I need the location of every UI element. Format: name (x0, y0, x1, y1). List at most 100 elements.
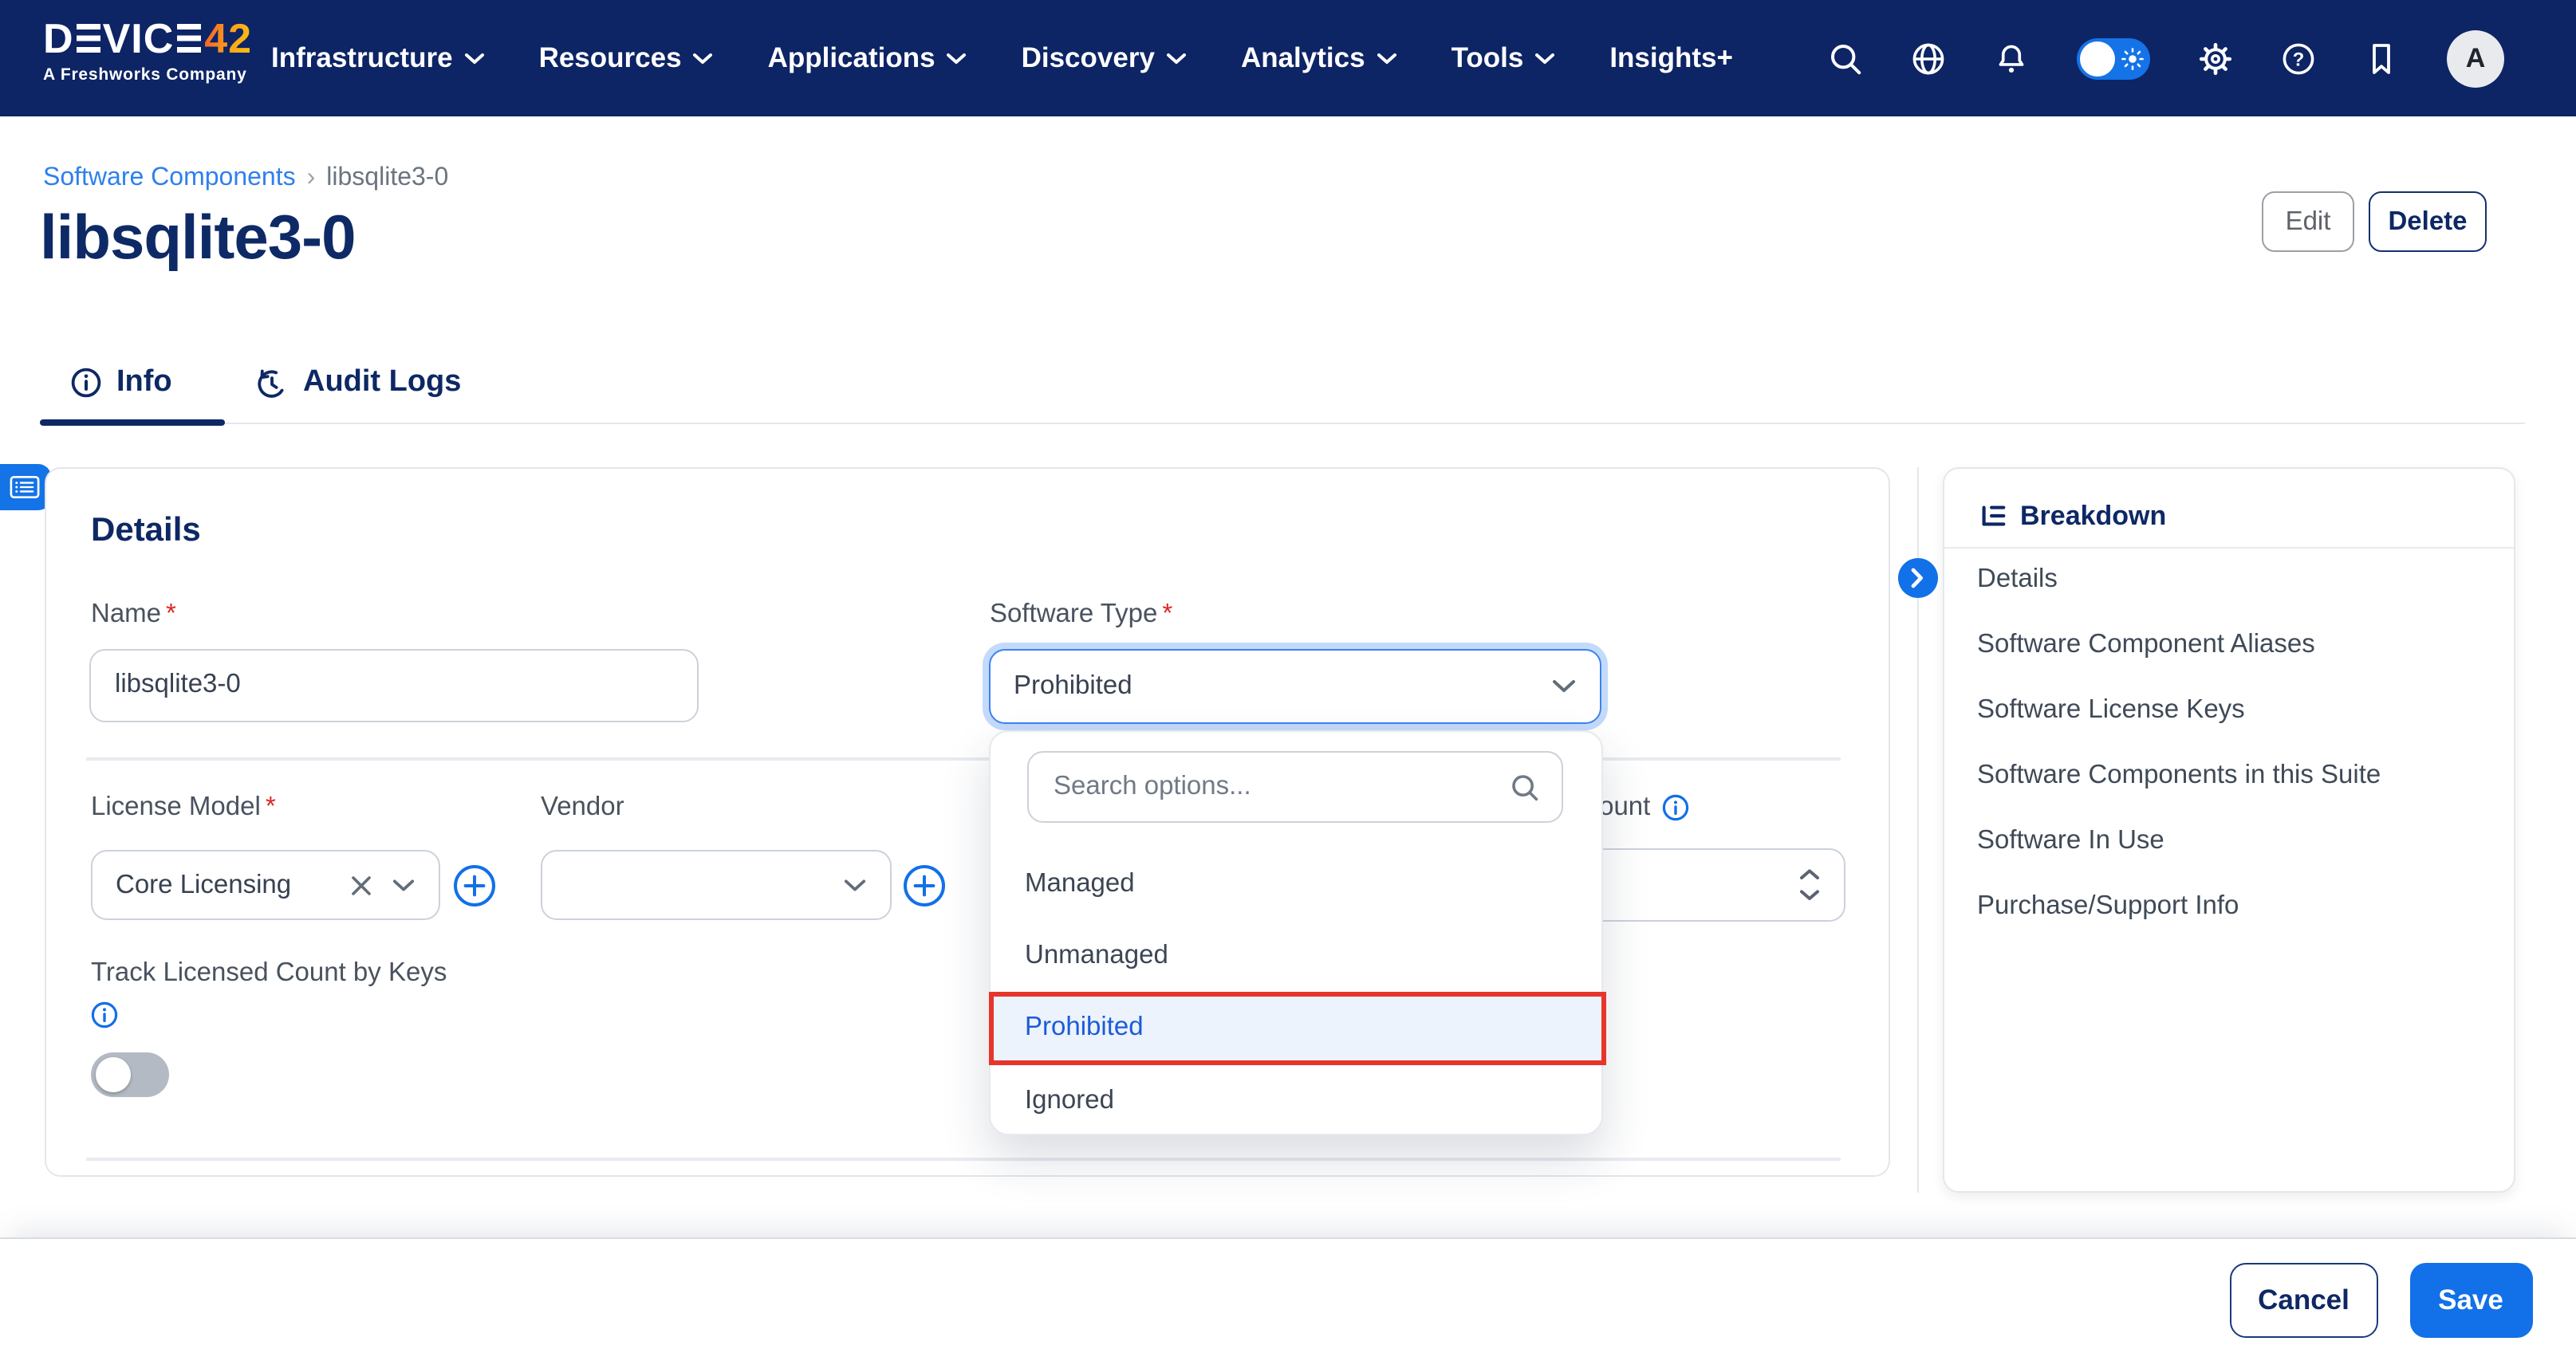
bookmark-icon[interactable] (2364, 41, 2399, 76)
globe-icon[interactable] (1911, 41, 1946, 76)
number-stepper[interactable] (1798, 868, 1819, 900)
chevron-up-icon (1798, 868, 1819, 879)
chevron-down-icon (392, 878, 414, 892)
tab-info[interactable]: Info (70, 348, 172, 418)
breakdown-item-suite[interactable]: Software Components in this Suite (1977, 742, 2484, 808)
settings-gear-icon[interactable] (2198, 41, 2233, 76)
active-tab-indicator (40, 419, 225, 425)
menu-insights[interactable]: Insights+ (1609, 41, 1733, 75)
tab-bar-divider (40, 422, 2525, 424)
breakdown-items: Details Software Component Aliases Softw… (1977, 546, 2484, 938)
list-icon (10, 475, 41, 499)
breadcrumb-current: libsqlite3-0 (326, 164, 448, 191)
menu-analytics[interactable]: Analytics (1241, 41, 1397, 75)
vendor-label: Vendor (541, 792, 624, 822)
license-model-label: License Model* (91, 792, 276, 822)
history-icon (255, 366, 289, 399)
info-icon[interactable] (91, 1001, 118, 1028)
option-unmanaged[interactable]: Unmanaged (990, 920, 1601, 993)
menu-discovery[interactable]: Discovery (1022, 41, 1187, 75)
logo-letter-e (176, 24, 200, 53)
user-avatar[interactable]: A (2447, 29, 2504, 87)
svg-text:?: ? (2293, 48, 2305, 69)
required-asterisk: * (166, 600, 176, 628)
software-type-label: Software Type* (990, 600, 1172, 630)
vendor-select[interactable] (541, 850, 892, 920)
top-navbar: DVIC42 A Freshworks Company Infrastructu… (0, 0, 2576, 116)
chevron-down-icon (1377, 52, 1397, 65)
chevron-down-icon (1798, 889, 1819, 900)
name-label: Name* (91, 600, 176, 630)
dropdown-options: Managed Unmanaged Prohibited Ignored (990, 848, 1601, 1137)
notifications-bell-icon[interactable] (1994, 41, 2029, 76)
menu-tools[interactable]: Tools (1451, 41, 1556, 75)
footer-bar: Cancel Save (0, 1237, 2576, 1349)
header-buttons: Edit Delete (2262, 191, 2487, 252)
chevron-down-icon (947, 52, 967, 65)
chevron-down-icon (1551, 678, 1575, 693)
add-license-model-button[interactable] (453, 863, 496, 907)
breadcrumb: Software Components › libsqlite3-0 (43, 164, 448, 193)
panel-collapse-button[interactable] (1897, 558, 1937, 598)
software-type-dropdown: Managed Unmanaged Prohibited Ignored (988, 730, 1602, 1135)
chevron-down-icon (1534, 52, 1555, 65)
logo-wordmark: DVIC42 (43, 18, 252, 59)
tree-list-icon (1977, 501, 2007, 531)
help-icon[interactable]: ? (2281, 41, 2316, 76)
breakdown-item-details[interactable]: Details (1977, 546, 2484, 612)
logo-letter-e (77, 24, 100, 53)
info-icon[interactable] (1661, 793, 1688, 820)
license-model-select[interactable]: Core Licensing (90, 850, 439, 920)
sun-icon (2121, 47, 2144, 69)
software-type-value: Prohibited (1014, 671, 1551, 701)
main-menu: Infrastructure Resources Applications Di… (271, 0, 1733, 116)
theme-toggle[interactable] (2077, 37, 2150, 79)
track-licensed-count-toggle[interactable] (91, 1052, 169, 1096)
theme-toggle-knob (2080, 41, 2115, 76)
chevron-down-icon (844, 878, 866, 892)
breakdown-item-license-keys[interactable]: Software License Keys (1977, 677, 2484, 742)
chevron-down-icon (693, 52, 714, 65)
info-circle-icon (70, 367, 102, 399)
navbar-actions: ? A (1828, 0, 2504, 116)
required-asterisk: * (1162, 600, 1172, 628)
chevron-down-icon (464, 52, 485, 65)
save-button[interactable]: Save (2409, 1262, 2532, 1337)
breakdown-item-in-use[interactable]: Software In Use (1977, 808, 2484, 873)
delete-button[interactable]: Delete (2369, 191, 2487, 252)
menu-resources[interactable]: Resources (539, 41, 714, 75)
details-heading: Details (91, 512, 201, 550)
device42-logo[interactable]: DVIC42 A Freshworks Company (43, 18, 252, 84)
breakdown-item-purchase[interactable]: Purchase/Support Info (1977, 873, 2484, 938)
name-input[interactable] (89, 649, 699, 722)
tab-audit-logs-label: Audit Logs (303, 365, 461, 400)
required-asterisk: * (266, 792, 276, 820)
tab-bar: Info Audit Logs (0, 335, 2576, 426)
software-type-select[interactable]: Prohibited (988, 648, 1601, 723)
dropdown-search-input[interactable] (1050, 770, 1510, 804)
track-licensed-count-label: Track Licensed Count by Keys (91, 958, 447, 989)
option-managed[interactable]: Managed (990, 848, 1601, 920)
breadcrumb-parent-link[interactable]: Software Components (43, 164, 296, 191)
menu-infrastructure[interactable]: Infrastructure (271, 41, 485, 75)
edit-button[interactable]: Edit (2262, 191, 2354, 252)
dropdown-search-box[interactable] (1026, 751, 1562, 823)
clear-x-icon[interactable] (350, 875, 371, 895)
page-title: libsqlite3-0 (40, 204, 355, 274)
breakdown-item-aliases[interactable]: Software Component Aliases (1977, 612, 2484, 677)
breadcrumb-separator: › (307, 164, 316, 191)
tab-audit-logs[interactable]: Audit Logs (255, 348, 461, 418)
chevron-down-icon (1166, 52, 1187, 65)
search-icon (1510, 773, 1538, 801)
toggle-knob (95, 1056, 131, 1092)
search-icon[interactable] (1828, 41, 1863, 76)
cancel-button[interactable]: Cancel (2229, 1262, 2378, 1337)
menu-applications[interactable]: Applications (768, 41, 967, 75)
option-prohibited[interactable]: Prohibited (990, 993, 1601, 1065)
option-ignored[interactable]: Ignored (990, 1064, 1601, 1137)
side-list-drawer-button[interactable] (0, 464, 50, 510)
chevron-right-icon (1911, 568, 1924, 588)
add-vendor-button[interactable] (903, 863, 946, 907)
device42-app: DVIC42 A Freshworks Company Infrastructu… (0, 0, 2576, 1349)
form-divider-bottom (86, 1158, 1841, 1160)
